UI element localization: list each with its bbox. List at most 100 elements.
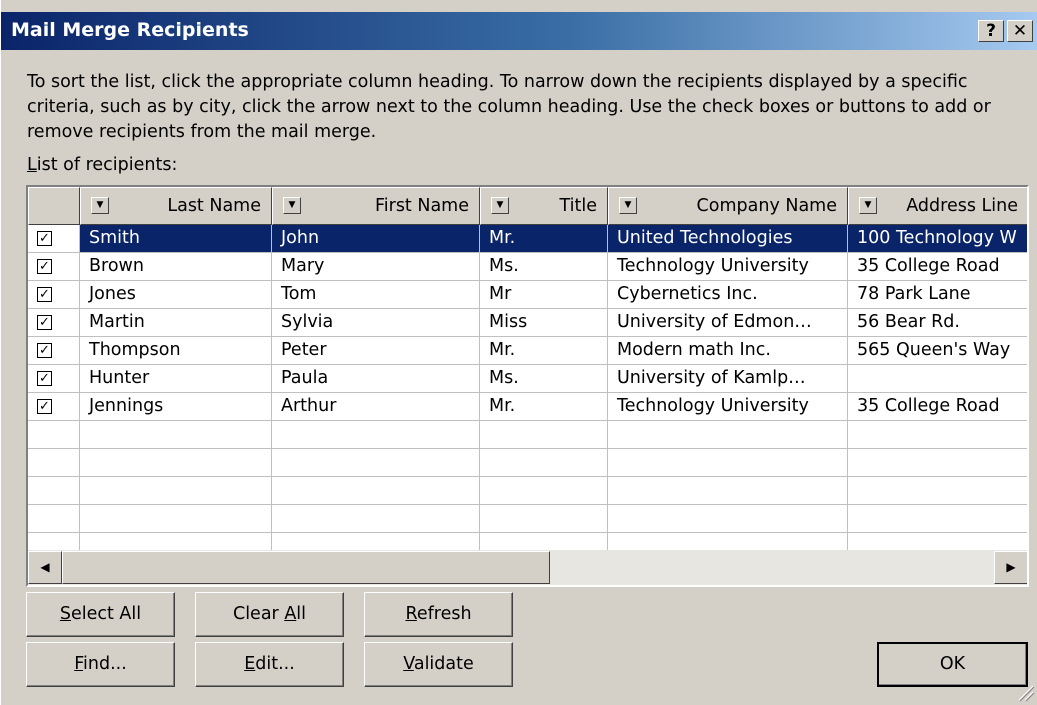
cell-address[interactable]: 35 College Road xyxy=(848,393,1027,421)
include-checkbox[interactable]: ✓ xyxy=(37,231,52,246)
cell-last[interactable]: Martin xyxy=(80,309,272,337)
cell-title[interactable]: Miss xyxy=(480,309,608,337)
empty-row xyxy=(28,477,1027,505)
cell-last[interactable]: Jones xyxy=(80,281,272,309)
table-row[interactable]: ✓ Jennings Arthur Mr. Technology University 3… xyxy=(28,393,1027,421)
cell-company[interactable]: University of Kamlp… xyxy=(608,365,848,393)
scroll-thumb[interactable] xyxy=(62,551,550,584)
include-checkbox[interactable]: ✓ xyxy=(37,371,52,386)
refresh-button[interactable]: Refresh xyxy=(364,592,513,637)
column-header-first[interactable]: ▼ First Name xyxy=(272,187,480,225)
cell-title xyxy=(480,421,608,449)
cell-company xyxy=(608,449,848,477)
dialog-title: Mail Merge Recipients xyxy=(11,19,249,41)
cell-title xyxy=(480,477,608,505)
instructions-text: To sort the list, click the appropriate … xyxy=(27,72,991,142)
select-all-button[interactable]: Select All xyxy=(26,592,175,637)
cell-title[interactable]: Mr. xyxy=(480,393,608,421)
help-button[interactable]: ? xyxy=(978,20,1004,42)
label-text: ist of recipients: xyxy=(36,155,178,175)
column-header-title[interactable]: ▼ Title xyxy=(480,187,608,225)
scroll-right-icon[interactable]: ▶ xyxy=(994,551,1027,584)
cell-address[interactable]: 35 College Road xyxy=(848,253,1027,281)
column-header-company[interactable]: ▼ Company Name xyxy=(608,187,848,225)
cell-address[interactable]: 56 Bear Rd. xyxy=(848,309,1027,337)
filter-dropdown-icon[interactable]: ▼ xyxy=(491,197,509,214)
cell-company[interactable]: Modern math Inc. xyxy=(608,337,848,365)
checkbox-cell: ✓ xyxy=(28,365,80,393)
cell-first[interactable]: Mary xyxy=(272,253,480,281)
table-row[interactable]: ✓ Jones Tom Mr Cybernetics Inc. 78 Park Lane xyxy=(28,281,1027,309)
checkbox-cell xyxy=(28,505,80,533)
cell-last[interactable]: Smith xyxy=(80,225,272,253)
column-header-address[interactable]: ▼ Address Line xyxy=(848,187,1027,225)
cell-company xyxy=(608,505,848,533)
cell-first[interactable]: Peter xyxy=(272,337,480,365)
column-header-label: Company Name xyxy=(696,196,837,216)
cell-address[interactable]: 565 Queen's Way xyxy=(848,337,1027,365)
access-key: S xyxy=(59,604,71,624)
button-label: elect All xyxy=(70,604,142,624)
cell-last[interactable]: Thompson xyxy=(80,337,272,365)
access-key: R xyxy=(405,604,417,624)
title-bar[interactable]: Mail Merge Recipients ? ✕ xyxy=(1,12,1037,50)
cell-company[interactable]: Technology University xyxy=(608,253,848,281)
cell-first[interactable]: Tom xyxy=(272,281,480,309)
scroll-left-icon[interactable]: ◀ xyxy=(28,551,62,584)
include-checkbox[interactable]: ✓ xyxy=(37,315,52,330)
cell-last[interactable]: Hunter xyxy=(80,365,272,393)
cell-first[interactable]: Paula xyxy=(272,365,480,393)
close-button[interactable]: ✕ xyxy=(1007,20,1033,42)
cell-address[interactable]: 78 Park Lane xyxy=(848,281,1027,309)
checkbox-cell xyxy=(28,477,80,505)
cell-title[interactable]: Ms. xyxy=(480,365,608,393)
table-row[interactable]: ✓ Smith John Mr. United Technologies 100 Tech… xyxy=(28,225,1027,253)
cell-title[interactable]: Mr. xyxy=(480,337,608,365)
validate-button[interactable]: Validate xyxy=(364,642,513,687)
cell-company[interactable]: University of Edmon… xyxy=(608,309,848,337)
cell-last[interactable]: Brown xyxy=(80,253,272,281)
cell-title[interactable]: Mr xyxy=(480,281,608,309)
cell-title[interactable]: Mr. xyxy=(480,225,608,253)
column-header-last[interactable]: ▼ Last Name xyxy=(80,187,272,225)
include-checkbox[interactable]: ✓ xyxy=(37,259,52,274)
cell-company[interactable]: United Technologies xyxy=(608,225,848,253)
cell-address[interactable]: 100 Technology W xyxy=(848,225,1027,253)
checkbox-cell: ✓ xyxy=(28,253,80,281)
cell-first xyxy=(272,421,480,449)
cell-address[interactable] xyxy=(848,365,1027,393)
cell-company[interactable]: Technology University xyxy=(608,393,848,421)
filter-dropdown-icon[interactable]: ▼ xyxy=(91,197,109,214)
table-row[interactable]: ✓ Martin Sylvia Miss University of Edmon… 56 … xyxy=(28,309,1027,337)
edit-button[interactable]: Edit... xyxy=(195,642,344,687)
cell-first[interactable]: John xyxy=(272,225,480,253)
cell-address xyxy=(848,421,1027,449)
filter-dropdown-icon[interactable]: ▼ xyxy=(859,197,877,214)
resize-grip-icon[interactable] xyxy=(1013,682,1035,702)
cell-company[interactable]: Cybernetics Inc. xyxy=(608,281,848,309)
cell-last[interactable]: Jennings xyxy=(80,393,272,421)
table-row[interactable]: ✓ Brown Mary Ms. Technology University 35 Col… xyxy=(28,253,1027,281)
cell-last xyxy=(80,477,272,505)
empty-row xyxy=(28,421,1027,449)
recipients-grid[interactable]: ▼ Last Name ▼ First Name ▼ Title ▼ Company Name… xyxy=(26,185,1029,587)
access-key: L xyxy=(27,155,37,175)
ok-button[interactable]: OK xyxy=(877,642,1028,687)
clear-all-button[interactable]: Clear All xyxy=(195,592,344,637)
button-label: ll xyxy=(296,604,307,624)
find-button[interactable]: Find... xyxy=(26,642,175,687)
table-row[interactable]: ✓ Hunter Paula Ms. University of Kamlp… xyxy=(28,365,1027,393)
filter-dropdown-icon[interactable]: ▼ xyxy=(619,197,637,214)
cell-title xyxy=(480,449,608,477)
filter-dropdown-icon[interactable]: ▼ xyxy=(283,197,301,214)
cell-last xyxy=(80,449,272,477)
horizontal-scrollbar[interactable]: ◀ ▶ xyxy=(28,550,1027,585)
include-checkbox[interactable]: ✓ xyxy=(37,399,52,414)
access-key: E xyxy=(244,654,256,674)
cell-first[interactable]: Sylvia xyxy=(272,309,480,337)
table-row[interactable]: ✓ Thompson Peter Mr. Modern math Inc. 565 Que… xyxy=(28,337,1027,365)
include-checkbox[interactable]: ✓ xyxy=(37,287,52,302)
cell-title[interactable]: Ms. xyxy=(480,253,608,281)
cell-first[interactable]: Arthur xyxy=(272,393,480,421)
include-checkbox[interactable]: ✓ xyxy=(37,343,52,358)
